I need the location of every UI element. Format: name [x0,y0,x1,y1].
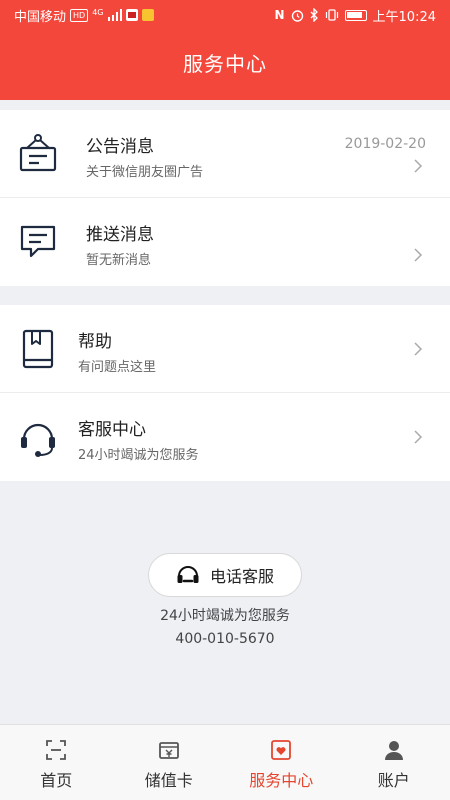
list-item-customer-service[interactable]: 客服中心 24小时竭诚为您服务 [0,393,450,481]
bluetooth-icon [310,8,318,22]
service-phone-number[interactable]: 400-010-5670 [0,631,450,647]
hd-badge: HD [70,8,89,22]
messages-group: 公告消息 关于微信朋友圈广告 2019-02-20 推送消息 暂无新消息 [0,110,450,286]
announcement-date: 2019-02-20 [344,136,426,152]
page-title: 服务中心 [183,52,267,76]
support-group: 帮助 有问题点这里 客服中心 24小时竭诚为您服务 [0,305,450,481]
announcement-subtitle: 关于微信朋友圈广告 [86,165,204,180]
help-title: 帮助 [78,332,112,352]
tab-account[interactable]: 账户 [338,725,450,800]
carrier-name: 中国移动 [14,9,67,25]
book-icon [22,329,54,369]
chevron-right-icon [414,159,423,173]
app-notification-icon [125,9,138,21]
tab-stored-value-card-label: 储值卡 [144,771,193,790]
tab-home[interactable]: 首页 [0,725,113,800]
service-hours-note: 24小时竭诚为您服务 [160,608,290,624]
chevron-right-icon [414,342,423,356]
customer-service-subtitle: 24小时竭诚为您服务 [78,448,199,463]
notice-board-icon [19,134,57,172]
status-bar: 中国移动 HD 4G N 上午10:24 [0,0,450,30]
announcement-title: 公告消息 [86,137,154,157]
weibo-notification-icon [141,9,154,21]
help-subtitle: 有问题点这里 [78,360,157,375]
message-bubble-icon [20,225,56,258]
alarm-icon [291,9,303,22]
phone-service-button[interactable]: 电话客服 [148,553,302,597]
bottom-tab-bar: 首页 储值卡 服务中心 账户 [0,724,450,800]
list-item-help[interactable]: 帮助 有问题点这里 [0,305,450,393]
clock: 上午10:24 [372,9,436,25]
nfc-icon: N [274,8,285,22]
headset-icon [21,423,55,457]
user-icon [384,741,403,760]
service-heart-icon [271,740,292,760]
push-subtitle: 暂无新消息 [86,253,152,268]
network-type: 4G [92,7,104,17]
headset-icon [177,566,199,583]
list-item-push-messages[interactable]: 推送消息 暂无新消息 [0,198,450,286]
chevron-right-icon [414,430,423,444]
card-wallet-icon [158,742,179,759]
signal-icon [107,9,122,21]
list-item-announcement[interactable]: 公告消息 关于微信朋友圈广告 2019-02-20 [0,110,450,198]
tab-stored-value-card[interactable]: 储值卡 [113,725,226,800]
customer-service-title: 客服中心 [78,420,146,440]
app-header: 中国移动 HD 4G N 上午10:24 服务中心 [0,0,450,100]
phone-service-label: 电话客服 [209,567,274,586]
home-scan-icon [46,740,67,760]
battery-icon [344,9,367,21]
chevron-right-icon [414,248,423,262]
tab-account-label: 账户 [377,771,410,790]
push-title: 推送消息 [86,225,154,245]
tab-service-center[interactable]: 服务中心 [225,725,338,800]
tab-home-label: 首页 [40,771,73,790]
vibrate-icon [325,9,338,21]
tab-service-center-label: 服务中心 [249,771,314,790]
